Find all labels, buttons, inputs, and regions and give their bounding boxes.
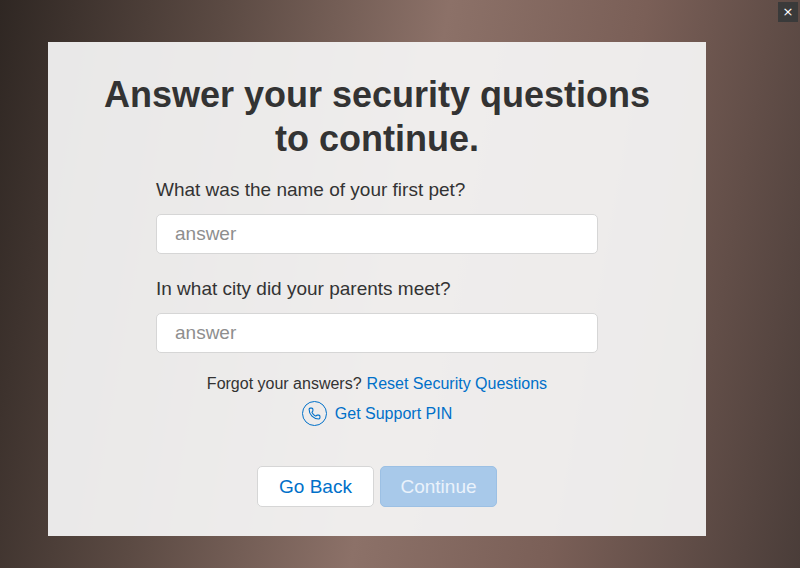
continue-button[interactable]: Continue xyxy=(380,466,497,507)
background-photo: × Answer your security questions to conti… xyxy=(0,0,800,568)
forgot-text: Forgot your answers? xyxy=(207,373,362,395)
question-label: What was the name of your first pet? xyxy=(156,178,598,202)
reset-link[interactable]: Reset Security Questions xyxy=(367,373,548,395)
question-field: In what city did your parents meet? xyxy=(156,277,598,353)
support-pin-link[interactable]: Get Support PIN xyxy=(335,402,452,426)
button-row: Go BackContinue xyxy=(257,466,497,507)
dialog-title: Answer your security questions to contin… xyxy=(92,73,662,161)
go-back-button[interactable]: Go Back xyxy=(257,466,374,507)
question-label: In what city did your parents meet? xyxy=(156,277,598,301)
answer-input[interactable] xyxy=(156,313,598,353)
support-row[interactable]: Get Support PIN xyxy=(302,401,452,426)
phone-icon[interactable] xyxy=(302,401,327,426)
close-button[interactable]: × xyxy=(778,2,798,22)
questions-form: What was the name of your first pet? In w… xyxy=(156,178,598,353)
security-dialog: Answer your security questions to contin… xyxy=(48,42,706,536)
question-field: What was the name of your first pet? xyxy=(156,178,598,254)
answer-input[interactable] xyxy=(156,214,598,254)
forgot-row: Forgot your answers?Reset Security Quest… xyxy=(207,373,547,395)
